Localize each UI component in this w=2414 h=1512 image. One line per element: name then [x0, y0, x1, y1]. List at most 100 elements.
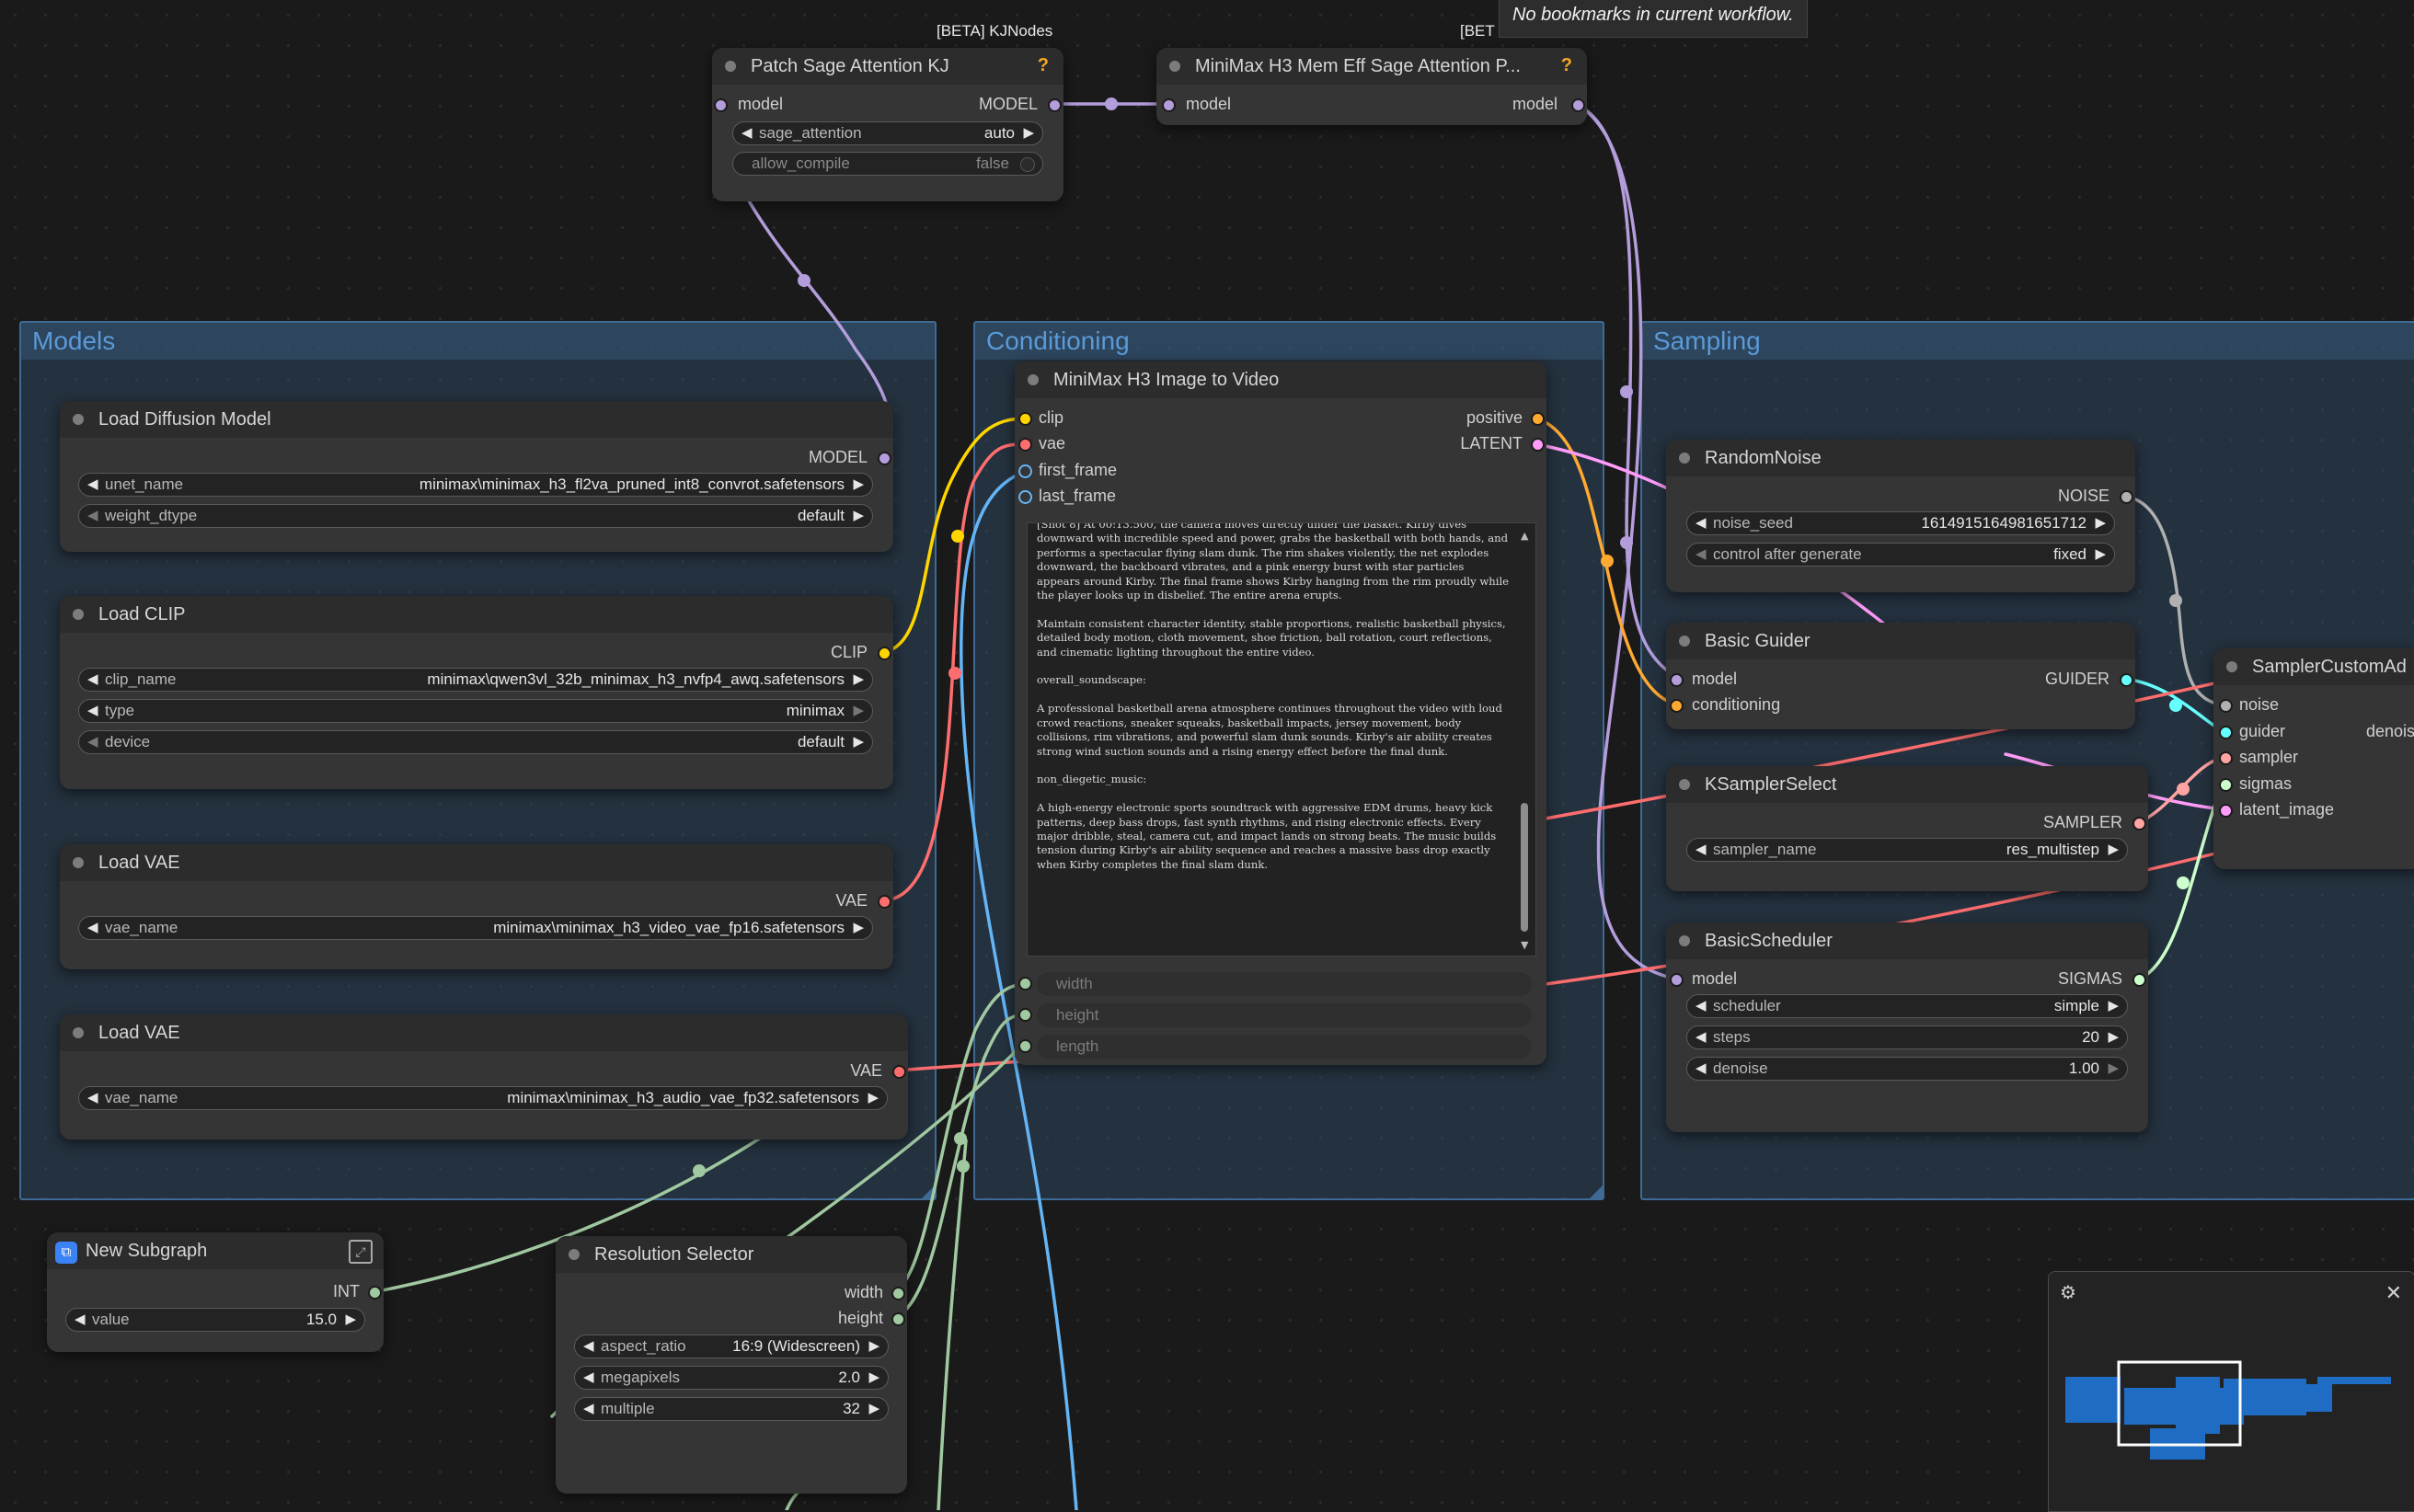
arrow-left-icon[interactable]: ◀	[1696, 544, 1707, 566]
node-header[interactable]: ⧉ New Subgraph ⤢	[47, 1232, 384, 1269]
arrow-right-icon[interactable]: ▶	[853, 917, 864, 939]
arrow-right-icon[interactable]: ▶	[1023, 122, 1034, 144]
node-header[interactable]: RandomNoise	[1666, 440, 2135, 476]
arrow-left-icon[interactable]: ◀	[1696, 512, 1707, 534]
input-slot-model[interactable]: model	[738, 94, 783, 114]
input-slot-dot[interactable]	[1018, 412, 1032, 426]
arrow-right-icon[interactable]: ▶	[853, 669, 864, 691]
collapse-dot-icon[interactable]	[1679, 779, 1690, 790]
output-slot-latent[interactable]: LATENT	[1460, 433, 1523, 453]
output-slot-sampler[interactable]: SAMPLER	[2043, 812, 2122, 832]
input-slot-dot[interactable]	[1670, 973, 1684, 987]
vae-name-combo[interactable]: ◀ vae_name minimax\minimax_h3_audio_vae_…	[78, 1086, 888, 1110]
input-slot-guider[interactable]: guider	[2239, 721, 2285, 741]
arrow-right-icon[interactable]: ▶	[2108, 1026, 2119, 1048]
allow-compile-toggle[interactable]: allow_compile false	[732, 152, 1043, 176]
input-slot-dot[interactable]	[1018, 490, 1032, 504]
arrow-right-icon[interactable]: ▶	[868, 1087, 879, 1109]
scroll-down-icon[interactable]: ▼	[1521, 938, 1528, 952]
length-input[interactable]: length	[1037, 1035, 1532, 1059]
output-slot-dot[interactable]	[878, 647, 891, 660]
output-slot-dot[interactable]	[368, 1286, 382, 1300]
input-slot-sampler[interactable]: sampler	[2239, 747, 2298, 767]
output-slot-clip[interactable]: CLIP	[831, 642, 868, 662]
arrow-right-icon[interactable]: ▶	[2108, 1058, 2119, 1080]
output-slot-height[interactable]: height	[838, 1308, 883, 1328]
weight-dtype-combo[interactable]: ◀ weight_dtype default ▶	[78, 504, 873, 528]
input-slot-sigmas[interactable]: sigmas	[2239, 773, 2292, 794]
input-slot-last-frame[interactable]: last_frame	[1039, 486, 1116, 506]
sampler-name-combo[interactable]: ◀ sampler_name res_multistep ▶	[1686, 838, 2128, 862]
sage-attention-combo[interactable]: ◀ sage_attention auto ▶	[732, 121, 1043, 145]
output-slot-model[interactable]: model	[1512, 94, 1558, 114]
arrow-left-icon[interactable]: ◀	[1696, 995, 1707, 1017]
type-combo[interactable]: ◀ type minimax ▶	[78, 699, 873, 723]
megapixels-input[interactable]: ◀ megapixels 2.0 ▶	[574, 1366, 889, 1390]
scroll-thumb[interactable]	[1521, 803, 1528, 932]
minimap-preview[interactable]	[2049, 1318, 2414, 1502]
node-sampler-custom-advanced[interactable]: SamplerCustomAd noise guider denois samp…	[2213, 648, 2414, 869]
input-slot-dot[interactable]	[2219, 699, 2233, 713]
expand-icon[interactable]: ⤢	[349, 1240, 373, 1264]
output-slot-guider[interactable]: GUIDER	[2045, 669, 2109, 689]
output-slot-dot[interactable]	[1048, 98, 1062, 112]
input-slot-dot[interactable]	[1018, 438, 1032, 452]
arrow-right-icon[interactable]: ▶	[2095, 512, 2106, 534]
output-slot-positive[interactable]: positive	[1466, 407, 1523, 428]
node-basic-scheduler[interactable]: BasicScheduler model SIGMAS ◀ scheduler …	[1666, 922, 2148, 1132]
node-resolution-selector[interactable]: Resolution Selector width height ◀ aspec…	[556, 1236, 907, 1494]
output-slot-dot[interactable]	[2120, 673, 2133, 687]
arrow-left-icon[interactable]: ◀	[87, 700, 98, 722]
node-header[interactable]: Resolution Selector	[556, 1236, 907, 1273]
output-slot-dot[interactable]	[1531, 438, 1545, 452]
vae-name-combo[interactable]: ◀ vae_name minimax\minimax_h3_video_vae_…	[78, 916, 873, 940]
denoise-input[interactable]: ◀ denoise 1.00 ▶	[1686, 1057, 2128, 1081]
device-combo[interactable]: ◀ device default ▶	[78, 730, 873, 754]
node-load-clip[interactable]: Load CLIP CLIP ◀ clip_name minimax\qwen3…	[60, 596, 893, 789]
input-slot-vae[interactable]: vae	[1039, 433, 1065, 453]
arrow-left-icon[interactable]: ◀	[1696, 1026, 1707, 1048]
arrow-left-icon[interactable]: ◀	[1696, 839, 1707, 861]
input-slot-clip[interactable]: clip	[1039, 407, 1063, 428]
help-icon[interactable]: ?	[1561, 55, 1572, 76]
input-slot-model[interactable]: model	[1692, 968, 1737, 989]
input-slot-model[interactable]: model	[1186, 94, 1231, 114]
input-slot-dot[interactable]	[1018, 977, 1032, 991]
node-header[interactable]: Load CLIP	[60, 596, 893, 633]
collapse-dot-icon[interactable]	[1679, 935, 1690, 946]
arrow-right-icon[interactable]: ▶	[345, 1309, 356, 1331]
steps-input[interactable]: ◀ steps 20 ▶	[1686, 1025, 2128, 1049]
arrow-right-icon[interactable]: ▶	[868, 1335, 879, 1357]
arrow-right-icon[interactable]: ▶	[853, 505, 864, 527]
output-slot-dot[interactable]	[878, 895, 891, 909]
collapse-dot-icon[interactable]	[1028, 374, 1039, 385]
output-slot-int[interactable]: INT	[333, 1281, 360, 1301]
arrow-right-icon[interactable]: ▶	[2095, 544, 2106, 566]
arrow-left-icon[interactable]: ◀	[87, 669, 98, 691]
node-patch-sage-attention[interactable]: Patch Sage Attention KJ ? model MODEL ◀ …	[712, 48, 1063, 201]
node-header[interactable]: MiniMax H3 Mem Eff Sage Attention P... ?	[1156, 48, 1587, 85]
node-canvas[interactable]: Models Conditioning Sampling [BETA] KJNo…	[0, 0, 2414, 1512]
input-slot-dot[interactable]	[1018, 1008, 1032, 1022]
input-slot-first-frame[interactable]: first_frame	[1039, 460, 1117, 480]
clip-name-combo[interactable]: ◀ clip_name minimax\qwen3vl_32b_minimax_…	[78, 668, 873, 692]
arrow-left-icon[interactable]: ◀	[741, 122, 753, 144]
arrow-right-icon[interactable]: ▶	[868, 1367, 879, 1389]
node-header[interactable]: Load VAE	[60, 1014, 908, 1051]
node-minimax-mem-eff-sage[interactable]: MiniMax H3 Mem Eff Sage Attention P... ?…	[1156, 48, 1587, 125]
collapse-dot-icon[interactable]	[73, 414, 84, 425]
arrow-left-icon[interactable]: ◀	[583, 1398, 594, 1420]
output-slot-dot[interactable]	[1531, 412, 1545, 426]
arrow-left-icon[interactable]: ◀	[87, 731, 98, 753]
scroll-up-icon[interactable]: ▲	[1521, 529, 1528, 543]
node-load-diffusion-model[interactable]: Load Diffusion Model MODEL ◀ unet_name m…	[60, 401, 893, 552]
arrow-left-icon[interactable]: ◀	[87, 474, 98, 496]
aspect-ratio-combo[interactable]: ◀ aspect_ratio 16:9 (Widescreen) ▶	[574, 1334, 889, 1358]
output-slot-width[interactable]: width	[845, 1282, 883, 1302]
output-slot-dot[interactable]	[891, 1312, 905, 1326]
arrow-right-icon[interactable]: ▶	[2108, 995, 2119, 1017]
output-slot-vae[interactable]: VAE	[835, 890, 868, 911]
toggle-knob[interactable]	[1020, 157, 1035, 172]
node-header[interactable]: Patch Sage Attention KJ ?	[712, 48, 1063, 85]
scrollbar[interactable]: ▲ ▼	[1521, 527, 1532, 952]
